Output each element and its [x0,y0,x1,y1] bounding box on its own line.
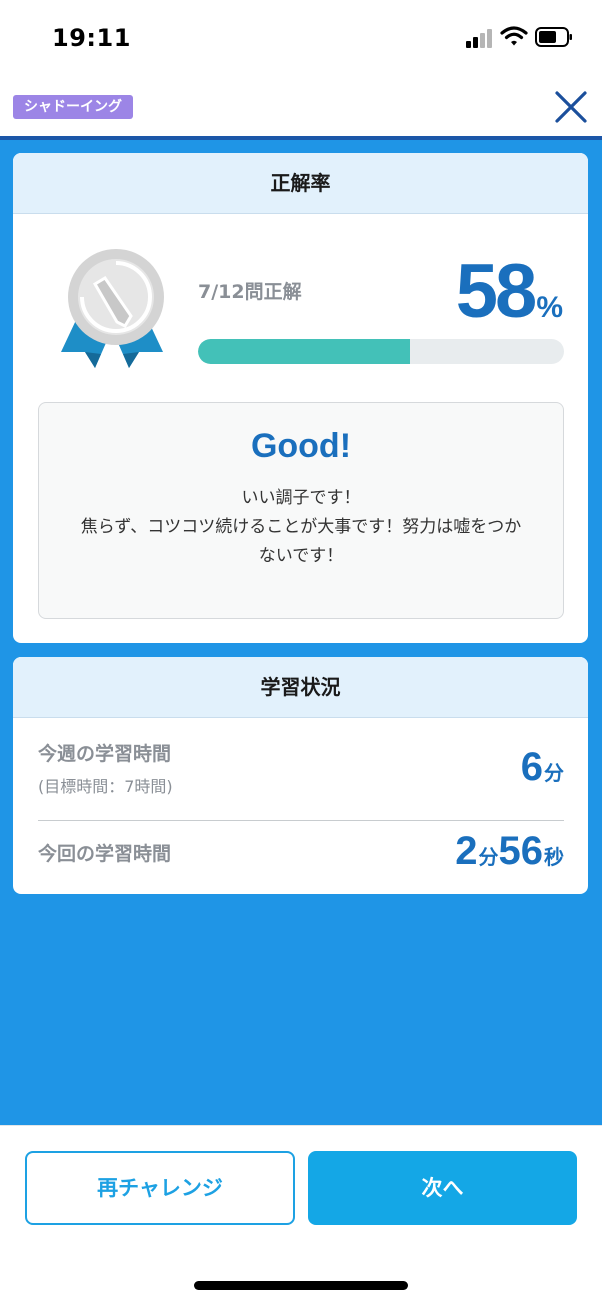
session-minutes: 2 [455,829,478,873]
score-percent-number: 58 [455,249,538,334]
retry-button[interactable]: 再チャレンジ [25,1151,295,1225]
close-icon[interactable] [552,88,590,126]
weekly-minutes: 6 [520,745,543,789]
score-label: 7/12問正解 [198,281,302,303]
score-card: 正解率 7/12問正解 58% Good! いい調子です！ 焦らず、コツコツ続け… [13,153,588,643]
weekly-study-time-row: 今週の学習時間 (目標時間：7時間) 6分 [38,739,564,821]
score-progress-fill [198,339,411,364]
score-card-title: 正解率 [13,153,588,214]
session-study-time-value: 2分56秒 [455,829,564,874]
weekly-minutes-unit: 分 [544,763,564,785]
weekly-study-time-label: 今週の学習時間 [38,743,172,765]
feedback-message: いい調子です！ 焦らず、コツコツ続けることが大事です！努力は嘘をつか ないです！ [39,484,563,571]
wifi-icon [500,26,528,46]
score-progress-bar [198,339,564,364]
feedback-box: Good! いい調子です！ 焦らず、コツコツ続けることが大事です！努力は嘘をつか… [38,402,564,619]
study-card-title: 学習状況 [13,657,588,718]
result-screen: 19:11 シャドーイング 正解率 7/12問正解 58% Good! いい調子… [0,0,602,1302]
weekly-study-time-value: 6分 [521,745,564,790]
score-percent: 58% [456,248,563,335]
weekly-goal-label: (目標時間：7時間) [38,777,173,796]
header: シャドーイング [0,80,602,136]
status-time: 19:11 [52,24,131,52]
medal-icon [61,249,164,368]
session-minutes-unit: 分 [478,847,499,869]
session-seconds-unit: 秒 [544,847,564,869]
score-percent-unit: % [536,291,563,324]
feedback-line: ないです！ [258,546,344,566]
feedback-line: いい調子です！ [241,488,361,508]
study-status-card: 学習状況 今週の学習時間 (目標時間：7時間) 6分 今回の学習時間 2分56秒 [13,657,588,894]
mode-tag: シャドーイング [13,95,133,119]
session-study-time-row: 今回の学習時間 2分56秒 [38,829,564,873]
next-button[interactable]: 次へ [308,1151,577,1225]
battery-icon [535,27,572,47]
feedback-title: Good! [250,427,352,465]
status-bar: 19:11 [0,0,602,80]
session-seconds: 56 [498,829,544,873]
feedback-line: 焦らず、コツコツ続けることが大事です！努力は嘘をつか [80,517,522,537]
action-bar: 再チャレンジ 次へ [0,1125,602,1302]
signal-icon [466,28,494,48]
home-indicator [194,1281,408,1290]
